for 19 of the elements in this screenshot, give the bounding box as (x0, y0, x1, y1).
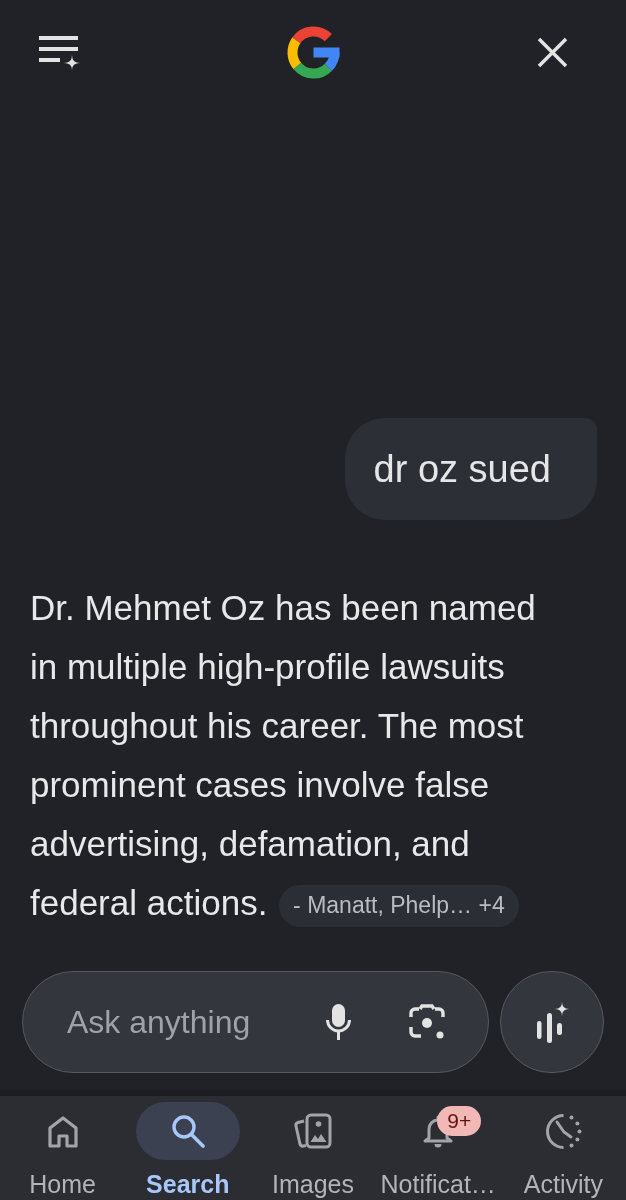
microphone-icon[interactable] (325, 1004, 352, 1040)
activity-icon (544, 1112, 582, 1150)
google-logo (286, 25, 340, 79)
camera-search-icon[interactable] (409, 1004, 445, 1040)
source-chip[interactable]: - Manatt, Phelp… +4 (279, 884, 519, 927)
search-icon (170, 1114, 205, 1148)
close-icon[interactable] (537, 36, 568, 68)
nav-tab[interactable]: 9+ Notificat… (375, 1096, 501, 1200)
ask-field[interactable]: Ask anything (67, 1002, 325, 1042)
nav-tab[interactable]: Search (125, 1096, 251, 1200)
images-icon (294, 1113, 332, 1149)
nav-tab[interactable]: Images (250, 1096, 376, 1200)
nav-tab[interactable]: Home (0, 1096, 126, 1200)
answer-text: Dr. Mehmet Oz has been named in multiple high-profile lawsuits throughout his career. The most prominent cases involve false advertising, defamation, and federal actions. - Manatt, Phelp… +4 (30, 578, 560, 932)
home-icon (46, 1114, 79, 1148)
query-bubble: dr oz sued (344, 418, 597, 520)
nav-tab[interactable]: Activity (500, 1096, 626, 1200)
menu-sparkle-icon[interactable] (39, 34, 80, 70)
count-badge: 9+ (437, 1106, 482, 1136)
